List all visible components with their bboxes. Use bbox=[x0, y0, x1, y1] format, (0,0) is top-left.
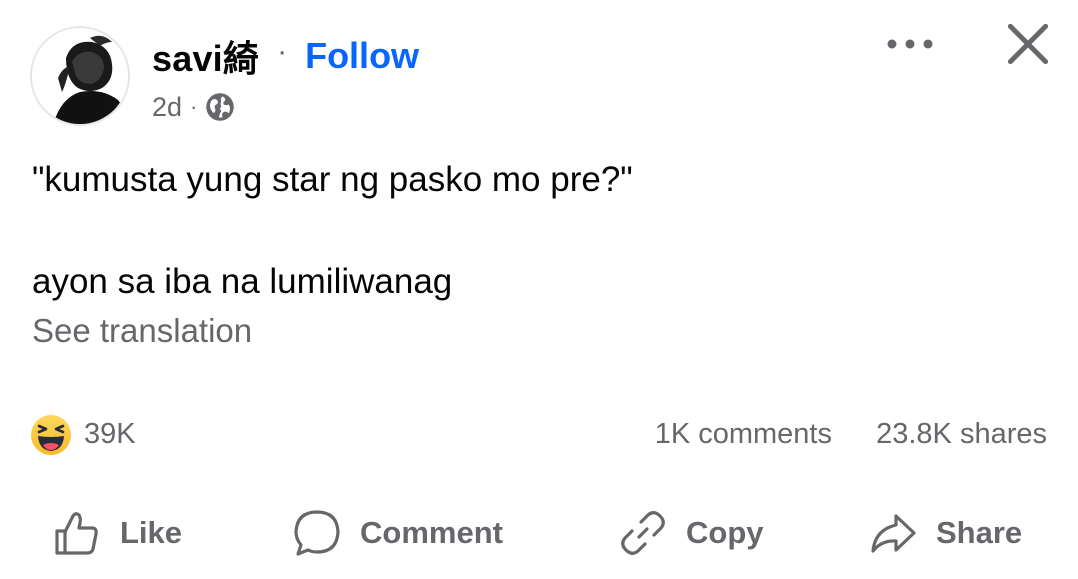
post-header: savi綺 · Follow 2d · bbox=[0, 0, 1078, 140]
copy-label: Copy bbox=[686, 515, 764, 550]
post-stats: 39K 1K comments 23.8K shares bbox=[0, 410, 1078, 460]
author-row: savi綺 · Follow bbox=[152, 30, 419, 82]
close-button[interactable] bbox=[998, 14, 1058, 74]
post-text-line-1: "kumusta yung star ng pasko mo pre?" bbox=[32, 160, 633, 199]
action-bar: Like Comment Copy Share bbox=[0, 500, 1078, 566]
globe-icon[interactable] bbox=[205, 92, 235, 122]
comment-label: Comment bbox=[360, 515, 503, 550]
post-meta: 2d · bbox=[152, 88, 235, 126]
copy-button[interactable]: Copy bbox=[618, 500, 764, 566]
post-timestamp[interactable]: 2d bbox=[152, 92, 182, 123]
speech-bubble-icon bbox=[294, 510, 340, 556]
share-button[interactable]: Share bbox=[868, 500, 1022, 566]
see-translation-link[interactable]: See translation bbox=[32, 312, 252, 350]
separator-dot: · bbox=[277, 35, 288, 68]
more-options-button[interactable] bbox=[880, 24, 940, 64]
follow-button[interactable]: Follow bbox=[305, 35, 419, 77]
share-arrow-icon bbox=[871, 514, 916, 553]
share-label: Share bbox=[936, 515, 1023, 550]
shares-count[interactable]: 23.8K shares bbox=[876, 418, 1047, 451]
reaction-count[interactable]: 39K bbox=[84, 418, 136, 451]
thumbs-up-icon bbox=[55, 512, 98, 555]
avatar-image bbox=[32, 28, 128, 124]
author-avatar[interactable] bbox=[30, 26, 130, 126]
link-icon bbox=[621, 511, 665, 555]
comments-count[interactable]: 1K comments bbox=[655, 418, 832, 451]
comment-button[interactable]: Comment bbox=[292, 500, 503, 566]
close-icon bbox=[1007, 23, 1049, 65]
ellipsis-icon bbox=[887, 39, 933, 49]
meta-separator: · bbox=[190, 94, 198, 119]
post-text-line-2: ayon sa iba na lumiliwanag bbox=[32, 262, 453, 301]
like-button[interactable]: Like bbox=[52, 500, 182, 566]
haha-emoji-icon[interactable] bbox=[30, 414, 72, 456]
author-name[interactable]: savi綺 bbox=[152, 30, 259, 82]
like-label: Like bbox=[120, 515, 183, 550]
